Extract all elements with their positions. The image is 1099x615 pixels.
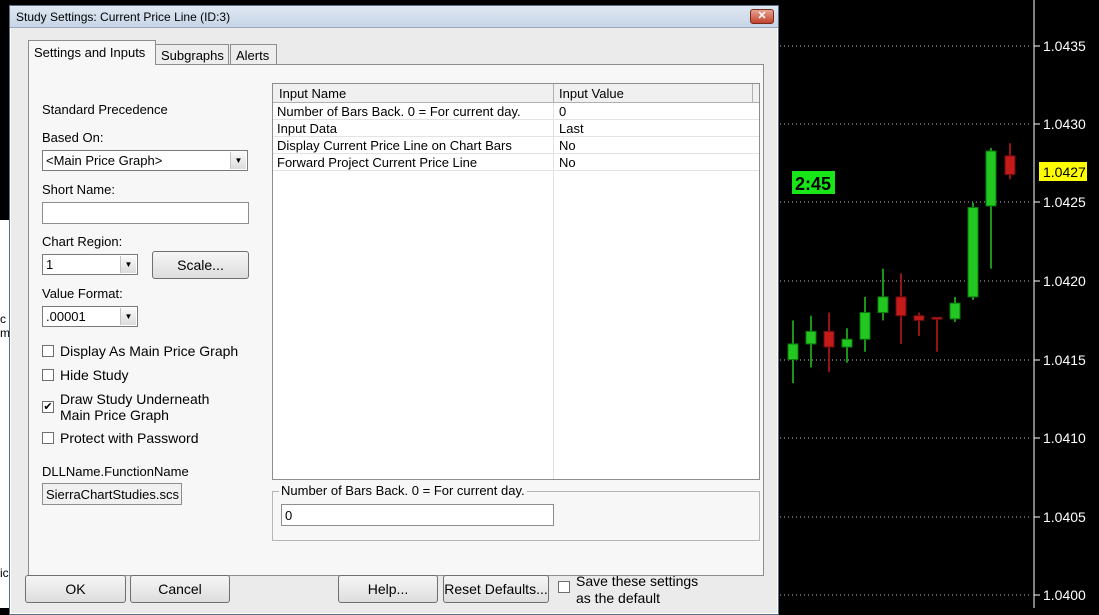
selected-input-group: Number of Bars Back. 0 = For current day… (272, 483, 760, 541)
input-name-cell: Input Data (277, 121, 337, 136)
checkbox-label-line2: Main Price Graph (60, 407, 169, 423)
bar-timer: 2:45 (795, 174, 831, 194)
candle-body (841, 338, 853, 348)
table-row[interactable]: Forward Project Current Price Line No (273, 154, 759, 171)
price-tick-label: 1.0400 (1043, 587, 1086, 603)
checkbox-box[interactable] (558, 581, 570, 593)
tab-alerts[interactable]: Alerts (230, 44, 277, 65)
grid-body: Number of Bars Back. 0 = For current day… (273, 103, 759, 479)
candle-body (931, 316, 943, 320)
input-name-cell: Display Current Price Line on Chart Bars (277, 138, 512, 153)
candle-body (895, 296, 907, 317)
input-value-cell[interactable]: 0 (559, 104, 566, 119)
save-as-default-checkbox[interactable]: Save these settings as the default (558, 573, 718, 607)
chevron-down-icon[interactable]: ▼ (120, 256, 136, 273)
candle-body (985, 150, 997, 207)
dll-function-label: DLLName.FunctionName (42, 464, 189, 479)
candle-body (787, 343, 799, 361)
close-icon: ✕ (757, 10, 767, 22)
input-value-cell[interactable]: No (559, 155, 576, 170)
candle-body (805, 330, 817, 345)
background-text-fragment: c (0, 312, 6, 326)
protect-with-password-checkbox[interactable]: Protect with Password (42, 430, 242, 448)
table-row[interactable]: Input Data Last (273, 120, 759, 137)
based-on-label: Based On: (42, 130, 104, 145)
checkbox-label-line2: as the default (576, 590, 661, 606)
help-button[interactable]: Help... (338, 575, 438, 603)
checkbox-label: Hide Study (60, 367, 129, 383)
chart-region-value: 1 (46, 257, 54, 272)
chart-region-select[interactable]: 1 ▼ (42, 254, 138, 275)
standard-precedence-label: Standard Precedence (42, 102, 168, 117)
grid-header: Input Name Input Value (273, 84, 759, 103)
candle-body (967, 207, 979, 298)
chart-region-label: Chart Region: (42, 234, 123, 249)
selected-input-value-field[interactable]: 0 (281, 504, 554, 526)
candle-body (859, 312, 871, 340)
dll-function-field: SierraChartStudies.scs (42, 483, 182, 505)
value-format-value: .00001 (46, 309, 86, 324)
candle-body (877, 296, 889, 314)
checkbox-label: Protect with Password (60, 430, 199, 446)
price-scale: 1.0435 1.0430 1.0425 1.0420 1.0415 1.0410 1.04… (1034, 38, 1086, 603)
reset-defaults-button[interactable]: Reset Defaults... (443, 575, 549, 603)
short-name-input[interactable] (42, 202, 249, 224)
input-value-cell[interactable]: Last (559, 121, 584, 136)
scale-button[interactable]: Scale... (152, 251, 249, 279)
cancel-button[interactable]: Cancel (130, 575, 230, 603)
short-name-label: Short Name: (42, 182, 115, 197)
input-name-cell: Forward Project Current Price Line (277, 155, 478, 170)
background-text-fragment: ic (0, 566, 9, 580)
input-value-cell[interactable]: No (559, 138, 576, 153)
chevron-down-icon[interactable]: ▼ (120, 308, 136, 325)
selected-input-label: Number of Bars Back. 0 = For current day… (279, 483, 527, 498)
close-button[interactable]: ✕ (750, 9, 774, 24)
candle-body (913, 315, 925, 321)
candle-body (1004, 155, 1016, 176)
study-settings-dialog: Study Settings: Current Price Line (ID:3… (9, 5, 779, 615)
checkbox-label: Draw Study Underneath (60, 391, 210, 407)
input-name-cell: Number of Bars Back. 0 = For current day… (277, 104, 521, 119)
tab-subgraphs[interactable]: Subgraphs (155, 44, 229, 65)
checkbox-box[interactable]: ✔ (42, 401, 54, 413)
draw-study-underneath-checkbox[interactable]: ✔ Draw Study Underneath Main Price Graph (42, 391, 242, 425)
checkbox-box[interactable] (42, 432, 54, 444)
display-as-main-price-graph-checkbox[interactable]: Display As Main Price Graph (42, 343, 242, 361)
chevron-down-icon[interactable]: ▼ (230, 152, 246, 169)
value-format-select[interactable]: .00001 ▼ (42, 306, 138, 327)
current-price-marker: 1.0427 (1043, 164, 1086, 180)
price-tick-label: 1.0435 (1043, 38, 1086, 54)
table-row[interactable]: Number of Bars Back. 0 = For current day… (273, 103, 759, 120)
settings-panel: Standard Precedence Based On: <Main Pric… (28, 64, 764, 576)
based-on-select[interactable]: <Main Price Graph> ▼ (42, 150, 248, 171)
price-tick-label: 1.0425 (1043, 194, 1086, 210)
title-bar[interactable]: Study Settings: Current Price Line (ID:3… (10, 6, 778, 28)
price-tick-label: 1.0415 (1043, 352, 1086, 368)
hide-study-checkbox[interactable]: Hide Study (42, 367, 242, 385)
tab-settings-and-inputs[interactable]: Settings and Inputs (28, 40, 156, 65)
window-title: Study Settings: Current Price Line (ID:3… (16, 10, 231, 24)
checkbox-label: Save these settings (576, 573, 699, 589)
checkbox-label: Display As Main Price Graph (60, 343, 239, 359)
candle-body (949, 302, 961, 320)
column-header-input-name[interactable]: Input Name (279, 86, 346, 101)
value-format-label: Value Format: (42, 286, 123, 301)
table-row[interactable]: Display Current Price Line on Chart Bars… (273, 137, 759, 154)
price-tick-label: 1.0410 (1043, 430, 1086, 446)
ok-button[interactable]: OK (25, 575, 126, 603)
based-on-value: <Main Price Graph> (46, 153, 163, 168)
price-tick-label: 1.0430 (1043, 116, 1086, 132)
price-tick-label: 1.0420 (1043, 273, 1086, 289)
price-tick-label: 1.0405 (1043, 509, 1086, 525)
checkbox-box[interactable] (42, 369, 54, 381)
candle-body (823, 330, 835, 348)
inputs-grid[interactable]: Input Name Input Value Number of Bars Ba… (272, 83, 760, 480)
checkbox-box[interactable] (42, 345, 54, 357)
column-header-input-value[interactable]: Input Value (559, 86, 624, 101)
